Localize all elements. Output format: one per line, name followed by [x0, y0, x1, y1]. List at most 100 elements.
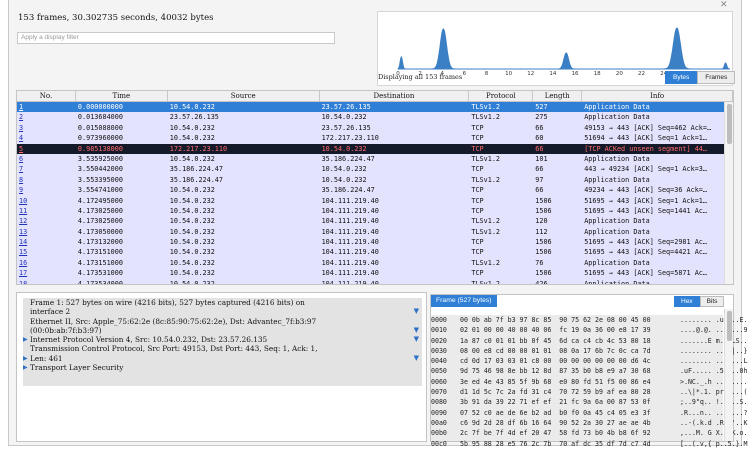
histogram-toggle: Bytes Frames [665, 71, 736, 84]
hex-offset[interactable]: 0090 [431, 408, 460, 418]
hex-bytes[interactable]: cd 0d 17 03 03 01 c8 00 00 00 00 00 00 0… [460, 356, 680, 366]
bytes-toggle-button[interactable]: Bytes [665, 71, 698, 84]
hex-ascii[interactable]: .uF..... .5....0h [680, 366, 748, 376]
cell-dst: 104.111.219.40 [321, 269, 379, 278]
collapse-triangle-icon[interactable]: ▼ [414, 354, 419, 363]
table-row[interactable]: 16 4.173151000 10.54.0.232 104.111.219.40 TL… [17, 257, 733, 269]
hex-offset[interactable]: 0080 [431, 397, 460, 407]
hex-bytes[interactable]: 1a 87 c0 01 01 bb 0f 45 6d ca c4 cb 4c 5… [460, 336, 680, 346]
hex-offset[interactable]: 0040 [431, 356, 460, 366]
collapse-triangle-icon[interactable]: ▼ [414, 335, 419, 344]
frame-bytes-tab[interactable]: Frame (527 bytes) [431, 295, 497, 307]
hex-offset[interactable]: 0020 [431, 336, 460, 346]
close-icon[interactable]: ✕ [720, 0, 728, 10]
hex-bytes[interactable]: 00 0b ab 7f b3 97 8c 85 90 75 62 2e 08 0… [460, 315, 680, 325]
hex-ascii[interactable]: >.NC._.h ...Q.... [680, 377, 748, 387]
table-row[interactable]: 9 3.554741000 10.54.0.232 35.186.224.47 TCP 6… [17, 185, 733, 196]
table-row[interactable]: 5 0.985138000 172.217.23.110 10.54.0.232 TCP… [17, 143, 733, 154]
detail-line[interactable]: ▶ Transport Layer Security [23, 363, 422, 372]
table-row[interactable]: 15 4.173151000 10.54.0.232 104.111.219.40 TC… [17, 247, 733, 258]
hex-ascii[interactable]: ........ .ub...E. [680, 315, 748, 325]
scrollbar-thumb[interactable] [727, 311, 732, 341]
bits-toggle-button[interactable]: Bits [699, 296, 725, 307]
table-row[interactable]: 6 3.535925000 10.54.0.232 35.186.224.47 TLSv… [17, 153, 733, 165]
packet-list-scrollbar[interactable] [724, 102, 733, 284]
table-row[interactable]: 3 0.015088000 10.54.0.232 23.57.26.135 TCP 66… [17, 122, 733, 134]
hex-ascii[interactable]: ........ ...k|..} [680, 346, 748, 356]
scrollbar-thumb[interactable] [727, 104, 732, 144]
collapse-triangle-icon[interactable]: ▼ [414, 326, 419, 335]
detail-line-text: Transport Layer Security [30, 363, 124, 373]
table-row[interactable]: 12 4.173025000 10.54.0.232 104.111.219.40 TL… [17, 216, 733, 227]
histogram-tick-label: 20 [616, 71, 623, 77]
hex-ascii[interactable]: ..-(.k.d .R*0'..K [680, 418, 748, 428]
hex-offset[interactable]: 00c0 [431, 439, 460, 449]
column-header-no[interactable]: No. [17, 91, 76, 101]
hex-ascii[interactable]: ..\|*.1. prY....( [680, 387, 748, 397]
hex-offset[interactable]: 00b0 [431, 428, 460, 438]
table-row[interactable]: 17 4.173531000 10.54.0.232 104.111.219.40 TC… [17, 268, 733, 279]
table-row[interactable]: 1 0.000000000 10.54.0.232 23.57.26.135 TLSv1… [17, 102, 733, 113]
table-row[interactable]: 4 0.973960000 10.54.0.232 172.217.23.110 TCP… [17, 133, 733, 144]
collapse-triangle-icon[interactable]: ▼ [414, 307, 419, 316]
hex-offset[interactable]: 0030 [431, 346, 460, 356]
hex-ascii[interactable]: .......E m...LS.. [680, 336, 748, 346]
table-row[interactable]: 7 3.550442000 35.186.224.47 10.54.0.232 TCP 6… [17, 164, 733, 175]
hex-offset[interactable]: 0000 [431, 315, 460, 325]
table-row[interactable]: 18 4.173534000 10.54.0.232 104.111.219.40 TL… [17, 278, 733, 285]
detail-line[interactable]: interface 2 ▼ [23, 307, 422, 316]
hex-bytes[interactable]: 9d 75 46 98 8e bb 12 8d 87 35 b0 b8 e9 a… [460, 366, 680, 376]
cell-dst: 104.111.219.40 [321, 279, 379, 285]
hex-toggle-button[interactable]: Hex [674, 296, 700, 307]
hex-ascii[interactable]: [..(.v,{ p..5.}.M [680, 439, 748, 449]
column-header-protocol[interactable]: Protocol [469, 91, 534, 101]
hex-bytes[interactable]: d1 1d 5c 7c 2a fd 31 c4 70 72 59 b9 af e… [460, 387, 680, 397]
hex-bytes[interactable]: 3b 91 da 39 22 71 ef ef 21 fc 9a 6a 00 8… [460, 397, 680, 407]
hex-bytes[interactable]: 3e ed 4e 43 85 5f 9b 68 e0 80 fd 51 f5 0… [460, 377, 680, 387]
hex-bytes[interactable]: c6 9d 2d 28 df 6b 16 64 90 52 2a 30 27 a… [460, 418, 680, 428]
column-header-time[interactable]: Time [76, 91, 168, 101]
cell-len: 101 [535, 154, 548, 163]
table-row[interactable]: 8 3.553395000 35.186.224.47 10.54.0.232 TLSv… [17, 174, 733, 186]
detail-line[interactable]: ▶ Internet Protocol Version 4, Src: 10.54… [23, 335, 422, 344]
detail-line[interactable]: Transmission Control Protocol, Src Port:… [23, 344, 422, 353]
expand-triangle-icon[interactable]: ▶ [23, 363, 28, 372]
hex-bytes[interactable]: 5b 95 88 28 e5 76 2c 7b 70 af dc 35 df 7… [460, 439, 680, 449]
table-row[interactable]: 2 0.013684000 23.57.26.135 10.54.0.232 TLSv1… [17, 112, 733, 123]
hex-offset[interactable]: 00a0 [431, 418, 460, 428]
column-header-source[interactable]: Source [168, 91, 320, 101]
hex-ascii[interactable]: .R...n.. ...E...? [680, 408, 748, 418]
cell-no: 18 [19, 279, 28, 285]
hex-bytes[interactable]: 02 01 00 00 40 00 40 06 fc 19 0a 36 00 e… [460, 325, 680, 335]
display-filter-input[interactable]: Apply a display filter [17, 32, 335, 44]
hex-offset[interactable]: 0010 [431, 325, 460, 335]
column-header-destination[interactable]: Destination [320, 91, 470, 101]
expand-triangle-icon[interactable]: ▶ [23, 354, 28, 363]
hex-bytes[interactable]: 07 52 c0 ae de 6e b2 ad b0 f0 0a 45 c4 0… [460, 408, 680, 418]
expand-triangle-icon[interactable]: ▶ [23, 335, 28, 344]
cell-info: 49153 → 443 [ACK] Seq=462 Ack=… [584, 123, 712, 132]
hex-ascii[interactable]: ,...M. G X.s.K.o. [680, 428, 748, 438]
table-row[interactable]: 14 4.173132000 10.54.0.232 104.111.219.40 TC… [17, 237, 733, 248]
column-header-length[interactable]: Length [533, 91, 583, 101]
detail-line[interactable]: ▶ Len: 461 ▼ [23, 354, 422, 363]
hex-bytes[interactable]: 08 00 e8 cd 00 00 01 01 08 0a 17 6b 7c 0… [460, 346, 680, 356]
bytes-scrollbar[interactable] [724, 309, 733, 441]
hex-bytes[interactable]: 2c 7f be 7f 4d ef 20 47 58 fd 73 b0 4b b… [460, 428, 680, 438]
table-row[interactable]: 10 4.172495000 10.54.0.232 104.111.219.40 TC… [17, 195, 733, 206]
table-row[interactable]: 13 4.173050000 10.54.0.232 104.111.219.40 TL… [17, 226, 733, 238]
column-header-info[interactable]: Info [582, 91, 733, 101]
cell-time: 4.173531000 [77, 269, 123, 278]
hex-ascii[interactable]: ....@.@. ...6...9 [680, 325, 748, 335]
frames-toggle-button[interactable]: Frames [697, 71, 736, 84]
cell-src: 10.54.0.232 [169, 227, 215, 236]
hex-offset[interactable]: 0060 [431, 377, 460, 387]
detail-line[interactable]: Ethernet II, Src: Apple_75:62:2e (8c:85:… [23, 317, 422, 326]
detail-line[interactable]: Frame 1: 527 bytes on wire (4216 bits), … [23, 298, 422, 307]
hex-offset[interactable]: 0050 [431, 366, 460, 376]
hex-ascii[interactable]: ........ .......L [680, 356, 748, 366]
detail-line[interactable]: (00:0b:ab:7f:b3:97) ▼ [23, 326, 422, 335]
hex-offset[interactable]: 0070 [431, 387, 460, 397]
hex-ascii[interactable]: ;..9"q.. !..j..S. [680, 397, 748, 407]
table-row[interactable]: 11 4.173025000 10.54.0.232 104.111.219.40 TC… [17, 205, 733, 217]
